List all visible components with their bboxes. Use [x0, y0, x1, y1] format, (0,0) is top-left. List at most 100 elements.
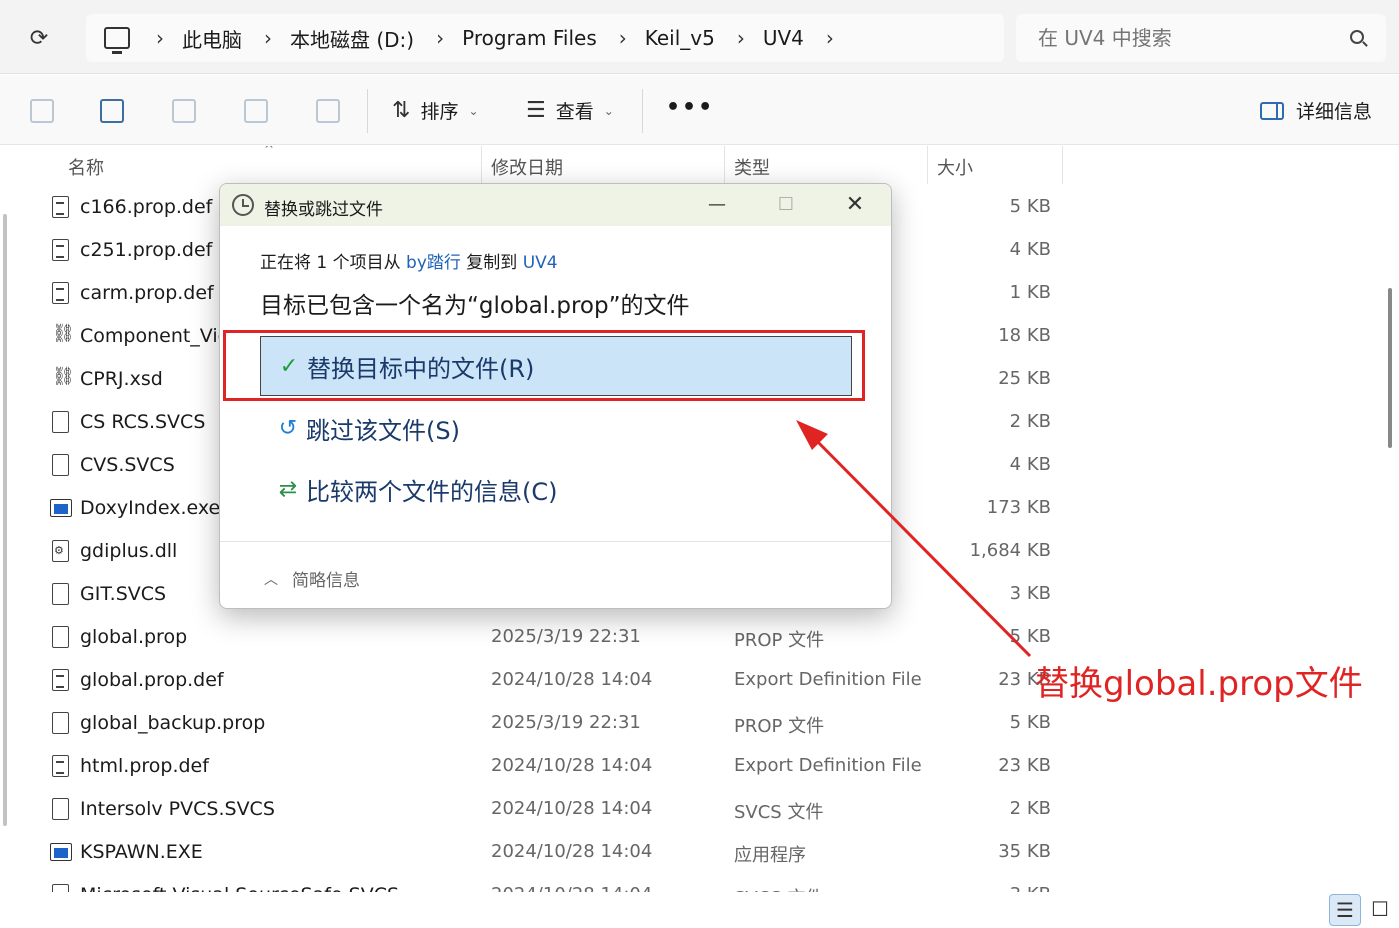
view-button[interactable]: ☰ 查看 ⌄	[526, 97, 614, 124]
file-name: global_backup.prop	[80, 712, 266, 734]
address-bar[interactable]: › 此电脑 › 本地磁盘 (D:) › Program Files › Keil…	[86, 14, 1004, 62]
file-row[interactable]: global.prop.def 2024/10/28 14:04 Export De…	[0, 659, 1100, 702]
column-divider[interactable]	[481, 146, 482, 184]
sort-ascending-icon: ^	[264, 146, 275, 156]
breadcrumb-uv4[interactable]: UV4	[763, 26, 804, 50]
vertical-scrollbar[interactable]	[1388, 288, 1392, 448]
fewer-details-label: 简略信息	[292, 571, 360, 591]
chevron-right-icon[interactable]: ›	[619, 26, 627, 50]
destination-folder-link[interactable]: UV4	[523, 253, 558, 273]
file-name: carm.prop.def	[80, 282, 214, 304]
refresh-icon[interactable]: ⟳	[26, 26, 52, 52]
copy-middle: 复制到	[460, 253, 523, 273]
chevron-right-icon[interactable]: ›	[264, 26, 272, 50]
file-size: 35 KB	[998, 841, 1051, 862]
chevron-right-icon[interactable]: ›	[737, 26, 745, 50]
annotation-label: 替换global.prop文件	[1035, 664, 1363, 704]
sort-button[interactable]: ⇅ 排序 ⌄	[392, 97, 479, 124]
toolbar-divider	[642, 89, 643, 133]
file-date: 2024/10/28 14:04	[491, 669, 653, 690]
breadcrumb-keil[interactable]: Keil_v5	[645, 26, 715, 50]
column-header-date[interactable]: 修改日期	[491, 154, 563, 180]
chevron-down-icon: ⌄	[468, 103, 479, 118]
column-header-size[interactable]: 大小	[937, 154, 973, 180]
rename-icon[interactable]	[172, 99, 196, 123]
search-input[interactable]	[1038, 26, 1338, 50]
file-icon	[52, 583, 69, 605]
command-bar: ⇅ 排序 ⌄ ☰ 查看 ⌄ ••• 详细信息	[0, 75, 1399, 145]
dialog-title-bar[interactable]: 替换或跳过文件 — ☐ ✕	[220, 184, 891, 226]
toolbar-divider	[367, 89, 368, 133]
text-file-icon	[52, 196, 69, 218]
file-size: 1,684 KB	[969, 540, 1051, 561]
chevron-right-icon[interactable]: ›	[826, 26, 834, 50]
details-pane-button[interactable]: 详细信息	[1260, 97, 1372, 124]
tiles-view-icon[interactable]: ☐	[1364, 894, 1396, 926]
file-type: 应用程序	[734, 845, 806, 866]
file-type: Export Definition File	[734, 669, 922, 690]
file-size: 5 KB	[1009, 712, 1051, 733]
source-folder-link[interactable]: by踏行	[406, 253, 461, 273]
more-options-button[interactable]: •••	[666, 95, 714, 120]
paste-icon[interactable]	[100, 99, 124, 123]
file-size: 4 KB	[1009, 454, 1051, 475]
schema-file-icon	[52, 323, 75, 345]
address-bar-area: ⟳ › 此电脑 › 本地磁盘 (D:) › Program Files › Ke…	[0, 0, 1399, 74]
file-size: 2 KB	[1009, 798, 1051, 819]
file-icon	[52, 411, 69, 433]
file-row[interactable]: global.prop 2025/3/19 22:31 PROP 文件 5 KB	[0, 616, 1100, 659]
view-list-icon: ☰	[526, 98, 546, 123]
compare-files-option[interactable]: ⇄ 比较两个文件的信息(C)	[260, 459, 852, 519]
text-file-icon	[52, 239, 69, 261]
computer-icon[interactable]	[104, 27, 130, 54]
breadcrumb-local-disk[interactable]: 本地磁盘 (D:)	[290, 24, 414, 53]
chevron-down-icon: ⌄	[603, 103, 614, 118]
file-icon	[52, 712, 69, 734]
chevron-right-icon[interactable]: ›	[436, 26, 444, 50]
dialog-title: 替换或跳过文件	[264, 200, 383, 220]
skip-file-option[interactable]: ↺ 跳过该文件(S)	[260, 398, 852, 458]
file-size: 5 KB	[1009, 196, 1051, 217]
chevron-right-icon[interactable]: ›	[156, 26, 164, 50]
text-file-icon	[52, 755, 69, 777]
file-name: CS RCS.SVCS	[80, 411, 206, 433]
file-size: 23 KB	[998, 755, 1051, 776]
minimize-icon[interactable]: —	[694, 190, 740, 220]
details-pane-icon	[1260, 101, 1284, 120]
file-icon	[52, 454, 69, 476]
file-name: KSPAWN.EXE	[80, 841, 203, 863]
search-icon[interactable]	[1350, 30, 1364, 44]
file-name: gdiplus.dll	[80, 540, 178, 562]
left-scrollbar[interactable]	[3, 214, 7, 826]
file-row[interactable]: KSPAWN.EXE 2024/10/28 14:04 应用程序 35 KB	[0, 831, 1100, 874]
fewer-details-toggle[interactable]: ︿ 简略信息	[264, 566, 360, 591]
column-divider[interactable]	[1062, 146, 1063, 184]
file-row[interactable]: Intersolv PVCS.SVCS 2024/10/28 14:04 SVCS …	[0, 788, 1100, 831]
column-divider[interactable]	[724, 146, 725, 184]
file-size: 4 KB	[1009, 239, 1051, 260]
schema-file-icon	[52, 366, 75, 388]
skip-icon: ↺	[278, 415, 298, 441]
file-date: 2024/10/28 14:04	[491, 755, 653, 776]
close-icon[interactable]: ✕	[832, 190, 878, 220]
file-row[interactable]: html.prop.def 2024/10/28 14:04 Export Defi…	[0, 745, 1100, 788]
delete-icon[interactable]	[316, 99, 340, 123]
file-name: CVS.SVCS	[80, 454, 175, 476]
search-box[interactable]	[1016, 14, 1386, 62]
file-name: Intersolv PVCS.SVCS	[80, 798, 275, 820]
file-row[interactable]: Microsoft Visual SourceSafe.SVCS 2024/10/…	[0, 874, 1100, 892]
file-icon	[52, 626, 69, 648]
column-header-type[interactable]: 类型	[734, 154, 770, 180]
file-size: 1 KB	[1009, 282, 1051, 303]
details-view-icon[interactable]: ☰	[1329, 894, 1361, 926]
copy-icon[interactable]	[30, 99, 54, 123]
file-date: 2024/10/28 14:04	[491, 798, 653, 819]
file-icon	[52, 884, 69, 892]
file-row[interactable]: global_backup.prop 2025/3/19 22:31 PROP 文件…	[0, 702, 1100, 745]
breadcrumb-this-pc[interactable]: 此电脑	[182, 24, 242, 53]
share-icon[interactable]	[244, 99, 268, 123]
breadcrumb-program-files[interactable]: Program Files	[462, 26, 597, 50]
maximize-icon: ☐	[777, 194, 795, 215]
column-header-name[interactable]: 名称	[68, 154, 104, 180]
column-divider[interactable]	[927, 146, 928, 184]
